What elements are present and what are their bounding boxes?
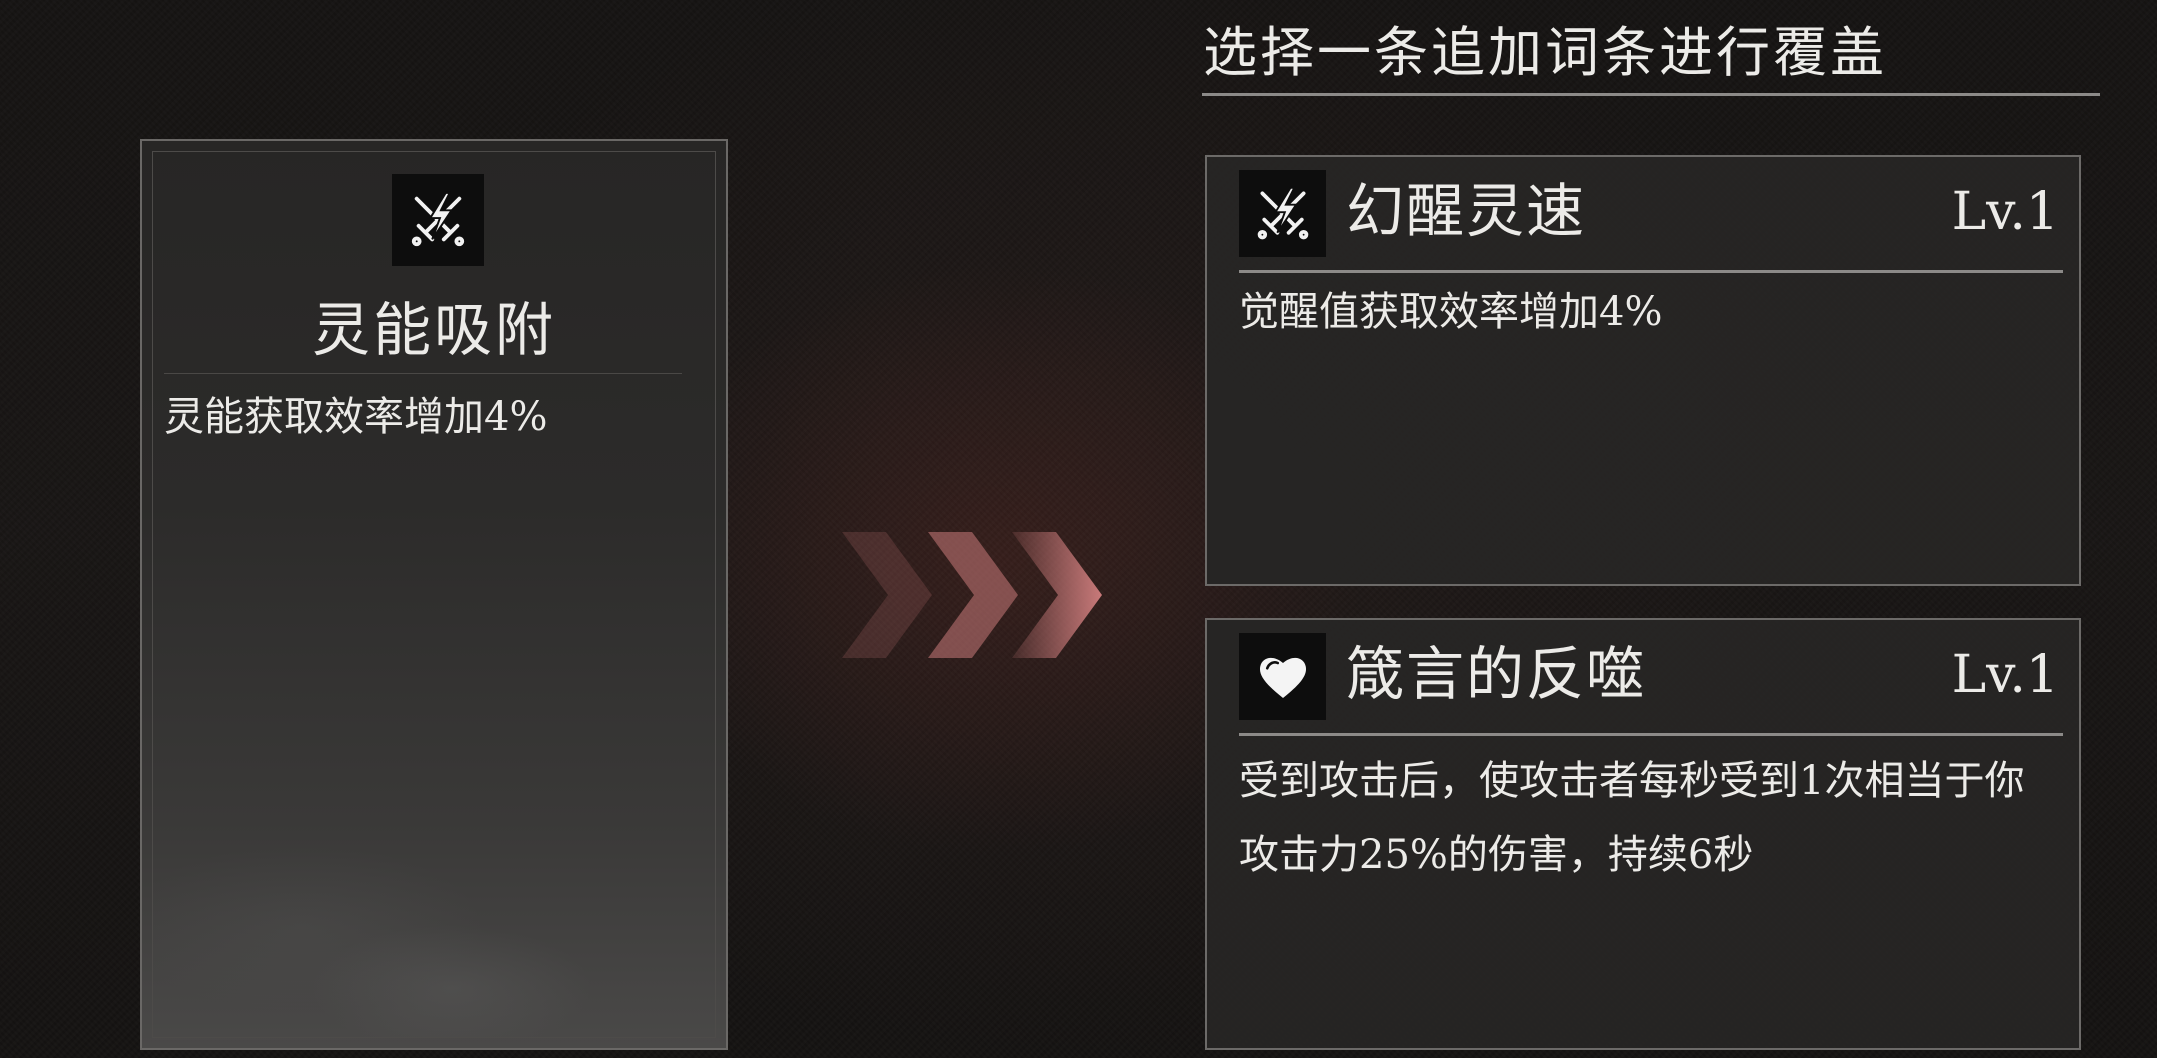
current-entry-name: 灵能吸附 xyxy=(311,296,556,364)
current-entry-description: 灵能获取效率增加4% xyxy=(164,394,548,440)
option-card-2[interactable]: 箴言的反噬 Lv.1 受到攻击后，使攻击者每秒受到1次相当于你攻击力25%的伤害… xyxy=(1205,618,2081,1050)
option-description: 受到攻击后，使攻击者每秒受到1次相当于你攻击力25%的伤害，持续6秒 xyxy=(1239,758,2025,878)
header-divider xyxy=(1202,93,2100,96)
option-divider xyxy=(1239,270,2063,273)
crossed-swords-lightning-icon xyxy=(1239,170,1326,257)
game-screen: 灵能吸附 灵能获取效率增加4% 选择一条追加词条进行覆盖 幻醒灵速 Lv.1 觉… xyxy=(0,0,2157,1058)
option-description: 觉醒值获取效率增加4% xyxy=(1239,289,1663,335)
option-level: Lv.1 xyxy=(1951,182,2059,242)
option-divider xyxy=(1239,733,2063,736)
card-artwork xyxy=(152,708,716,1038)
divider xyxy=(164,373,682,374)
triple-chevron-right-icon xyxy=(840,530,1110,660)
option-level: Lv.1 xyxy=(1951,645,2059,705)
option-name: 幻醒灵速 xyxy=(1346,177,1587,245)
option-card-1[interactable]: 幻醒灵速 Lv.1 觉醒值获取效率增加4% xyxy=(1205,155,2081,586)
crossed-swords-lightning-icon xyxy=(392,174,484,266)
option-name: 箴言的反噬 xyxy=(1346,640,1647,708)
heart-icon xyxy=(1239,633,1326,720)
current-entry-card: 灵能吸附 灵能获取效率增加4% xyxy=(140,139,728,1050)
page-title: 选择一条追加词条进行覆盖 xyxy=(1203,21,1887,84)
